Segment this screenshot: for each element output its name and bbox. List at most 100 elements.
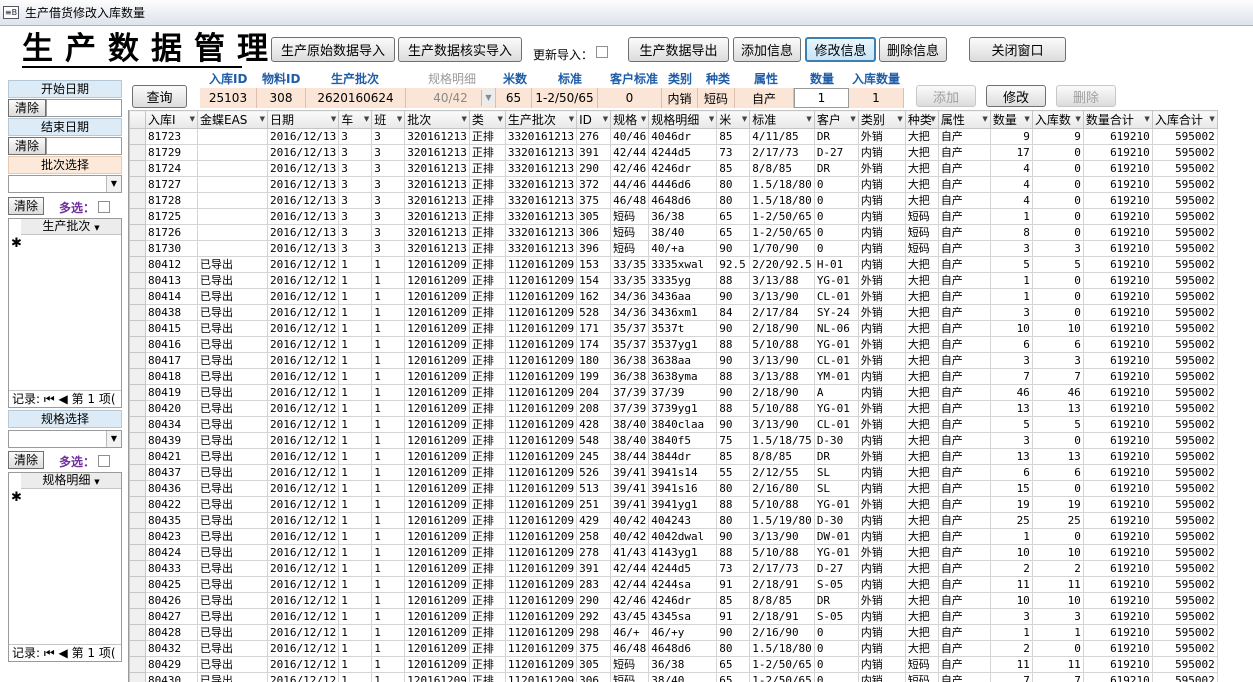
table-cell[interactable]: CL-01 xyxy=(813,288,859,305)
chevron-down-icon[interactable]: ▼ xyxy=(1075,115,1080,123)
table-cell[interactable]: 80429 xyxy=(145,656,198,673)
table-cell[interactable]: 619210 xyxy=(1082,432,1153,449)
table-cell[interactable]: 595002 xyxy=(1151,256,1218,273)
table-cell[interactable]: 1 xyxy=(338,368,373,385)
row-selector[interactable] xyxy=(129,272,146,289)
table-cell[interactable]: 4648d6 xyxy=(648,640,718,657)
table-cell[interactable]: 1 xyxy=(338,480,373,497)
chevron-down-icon[interactable]: ▼ xyxy=(1144,115,1149,123)
table-cell[interactable]: 2016/12/13 xyxy=(266,176,340,193)
table-cell[interactable]: 大把 xyxy=(904,288,939,305)
batch-field[interactable]: 2620160624 xyxy=(306,88,406,108)
table-cell[interactable]: 619210 xyxy=(1082,624,1153,641)
table-cell[interactable]: 内销 xyxy=(857,144,906,161)
table-cell[interactable]: 自产 xyxy=(937,608,991,625)
table-cell[interactable]: 已导出 xyxy=(197,416,268,433)
table-cell[interactable]: 120161209 xyxy=(404,288,470,305)
table-cell[interactable]: 2016/12/12 xyxy=(266,432,340,449)
table-cell[interactable]: 2016/12/12 xyxy=(266,400,340,417)
table-cell[interactable]: 25 xyxy=(1031,512,1084,529)
table-cell[interactable]: 3320161213 xyxy=(504,160,578,177)
table-cell[interactable]: 自产 xyxy=(937,528,991,545)
table-cell[interactable] xyxy=(197,144,268,161)
table-cell[interactable]: 大把 xyxy=(904,624,939,641)
table-cell[interactable]: 2016/12/12 xyxy=(266,624,340,641)
table-cell[interactable]: 内销 xyxy=(857,560,906,577)
table-cell[interactable]: 正排 xyxy=(468,528,506,545)
table-cell[interactable]: 40/+a xyxy=(648,240,718,257)
batch-column-header[interactable]: 生产批次 ▼ xyxy=(21,219,121,235)
table-cell[interactable]: 自产 xyxy=(937,320,991,337)
table-cell[interactable]: 320161213 xyxy=(404,176,470,193)
table-cell[interactable]: 3 xyxy=(338,160,373,177)
table-cell[interactable]: 内销 xyxy=(857,368,906,385)
chevron-down-icon[interactable]: ▼ xyxy=(94,478,99,486)
row-selector[interactable] xyxy=(129,128,146,145)
clear-spec-button[interactable]: 清除 xyxy=(8,451,44,469)
table-cell[interactable]: 大把 xyxy=(904,496,939,513)
table-cell[interactable]: 619210 xyxy=(1082,160,1153,177)
standard-field[interactable]: 1-2/50/65 xyxy=(532,88,598,108)
table-cell[interactable]: 正排 xyxy=(468,432,506,449)
row-selector[interactable] xyxy=(129,224,146,241)
table-cell[interactable]: 正排 xyxy=(468,320,506,337)
table-cell[interactable]: 65 xyxy=(716,224,751,241)
table-cell[interactable]: 3 xyxy=(1031,352,1084,369)
table-cell[interactable]: 2/17/73 xyxy=(749,560,815,577)
table-cell[interactable]: 2/17/84 xyxy=(749,304,815,321)
table-cell[interactable]: 120161209 xyxy=(404,256,470,273)
table-cell[interactable]: 2/16/80 xyxy=(749,480,815,497)
table-row[interactable]: 80428 已导出 2016/12/12 1 1 120161209 正排 112016120… xyxy=(129,624,1218,641)
batch-record-nav[interactable]: 记录: ⏮ ◀ 第 1 项( xyxy=(9,390,121,407)
table-cell[interactable]: 305 xyxy=(576,208,612,225)
table-cell[interactable]: 已导出 xyxy=(197,336,268,353)
table-cell[interactable]: 174 xyxy=(576,336,612,353)
table-cell[interactable]: 1 xyxy=(338,528,373,545)
table-cell[interactable]: 619210 xyxy=(1082,400,1153,417)
table-cell[interactable]: 0 xyxy=(1031,160,1084,177)
chevron-down-icon[interactable]: ▼ xyxy=(850,115,855,123)
table-cell[interactable]: 84 xyxy=(716,304,751,321)
table-cell[interactable]: 3844dr xyxy=(648,448,718,465)
table-cell[interactable]: NL-06 xyxy=(813,320,859,337)
table-cell[interactable]: 91 xyxy=(716,576,751,593)
table-cell[interactable]: 38/40 xyxy=(610,416,650,433)
table-cell[interactable]: 已导出 xyxy=(197,352,268,369)
table-cell[interactable]: 1 xyxy=(371,656,406,673)
table-cell[interactable]: CL-01 xyxy=(813,352,859,369)
table-cell[interactable]: 595002 xyxy=(1151,128,1218,145)
table-cell[interactable]: 320161213 xyxy=(404,224,470,241)
table-cell[interactable]: 3 xyxy=(989,304,1033,321)
table-cell[interactable]: 内销 xyxy=(857,432,906,449)
table-cell[interactable]: 内销 xyxy=(857,576,906,593)
table-cell[interactable]: 81725 xyxy=(145,208,198,225)
table-cell[interactable]: 1120161209 xyxy=(504,464,578,481)
table-cell[interactable]: 38/40 xyxy=(648,672,718,682)
table-cell[interactable]: 90 xyxy=(716,320,751,337)
table-cell[interactable]: 4/11/85 xyxy=(749,128,815,145)
column-header[interactable]: 批次 ▼ xyxy=(404,110,470,129)
qty-field[interactable]: 1 xyxy=(794,88,849,108)
table-cell[interactable]: 120161209 xyxy=(404,672,470,682)
table-cell[interactable]: 1 xyxy=(371,608,406,625)
table-cell[interactable]: 13 xyxy=(989,400,1033,417)
table-cell[interactable]: 305 xyxy=(576,656,612,673)
table-cell[interactable]: 595002 xyxy=(1151,464,1218,481)
table-cell[interactable]: 595002 xyxy=(1151,208,1218,225)
table-cell[interactable]: 38/44 xyxy=(610,448,650,465)
table-cell[interactable]: 85 xyxy=(716,128,751,145)
table-cell[interactable]: 5/10/88 xyxy=(749,400,815,417)
table-cell[interactable]: 正排 xyxy=(468,336,506,353)
table-cell[interactable]: 90 xyxy=(716,352,751,369)
table-cell[interactable]: 0 xyxy=(1031,176,1084,193)
table-cell[interactable]: 1120161209 xyxy=(504,624,578,641)
column-header[interactable]: 标准 ▼ xyxy=(749,110,815,129)
table-cell[interactable]: 内销 xyxy=(857,624,906,641)
table-cell[interactable] xyxy=(197,128,268,145)
table-cell[interactable]: 619210 xyxy=(1082,176,1153,193)
table-cell[interactable]: 80427 xyxy=(145,608,198,625)
table-cell[interactable]: 548 xyxy=(576,432,612,449)
table-row[interactable]: 81725 2016/12/13 3 3 320161213 正排 3320161213 30… xyxy=(129,208,1218,225)
table-cell[interactable]: 内销 xyxy=(857,480,906,497)
table-cell[interactable]: 短码 xyxy=(610,672,650,682)
